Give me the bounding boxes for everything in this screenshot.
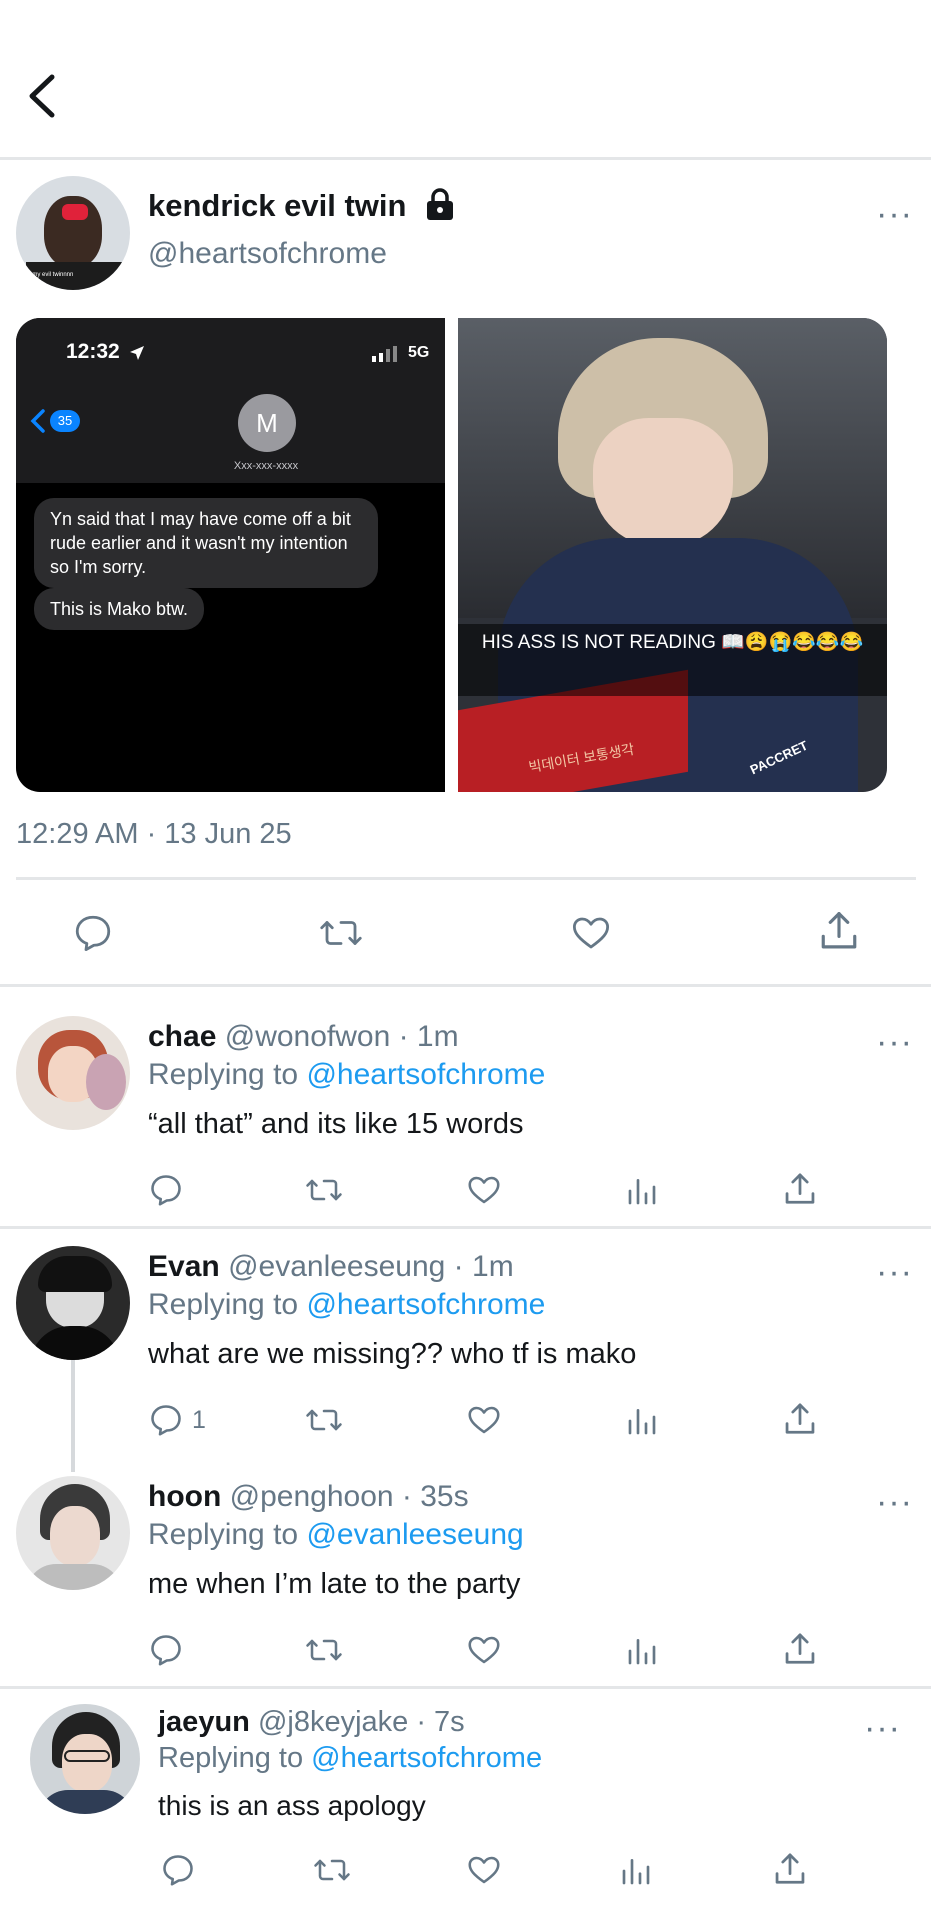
lock-icon (427, 188, 453, 220)
header-divider (0, 157, 931, 160)
network-label: 5G (408, 344, 430, 361)
more-options-icon[interactable]: ··· (876, 197, 913, 231)
reply-header: Evan @evanleeseung · 1m (148, 1250, 514, 1284)
replying-to: Replying to @heartsofchrome (158, 1742, 542, 1775)
retweet-icon[interactable] (304, 1172, 344, 1208)
reply-handle[interactable]: @j8keyjake · 7s (258, 1706, 465, 1738)
main-tweet-divider (0, 984, 931, 987)
replying-to-label: Replying to (158, 1742, 304, 1774)
reply-icon[interactable] (148, 1632, 184, 1668)
reply-icon[interactable] (160, 1852, 196, 1888)
reply-avatar[interactable] (16, 1476, 130, 1590)
analytics-icon[interactable] (626, 1404, 658, 1438)
reply-display-name[interactable]: chae (148, 1020, 216, 1053)
retweet-icon[interactable] (304, 1632, 344, 1668)
like-icon[interactable] (570, 912, 612, 954)
reply-display-name[interactable]: hoon (148, 1480, 221, 1513)
analytics-icon[interactable] (620, 1854, 652, 1888)
share-icon[interactable] (782, 1402, 818, 1438)
more-options-icon[interactable]: ··· (876, 1025, 913, 1059)
share-icon[interactable] (818, 910, 860, 954)
location-arrow-icon (130, 346, 144, 360)
reply-text: what are we missing?? who tf is mako (148, 1338, 637, 1370)
share-icon[interactable] (782, 1172, 818, 1208)
tweet-timestamp[interactable]: 12:29 AM · 13 Jun 25 (16, 818, 292, 851)
more-options-icon[interactable]: ··· (876, 1255, 913, 1289)
reply-display-name[interactable]: jaeyun (158, 1706, 250, 1738)
like-icon[interactable] (466, 1172, 502, 1208)
analytics-icon[interactable] (626, 1174, 658, 1208)
more-options-icon[interactable]: ··· (876, 1485, 913, 1519)
replying-to-handle[interactable]: @heartsofchrome (306, 1058, 545, 1091)
reply-avatar[interactable] (16, 1016, 130, 1130)
author-avatar[interactable]: why my evil twinnnn (16, 176, 130, 290)
back-arrow-icon[interactable] (26, 73, 58, 119)
signal-icon (372, 346, 397, 362)
contact-avatar: M (238, 394, 296, 452)
reply-divider (0, 1686, 931, 1689)
reply-icon[interactable] (148, 1402, 184, 1438)
replying-to: Replying to @evanleeseung (148, 1518, 524, 1552)
reply-count: 1 (192, 1406, 206, 1434)
reply-header: jaeyun @j8keyjake · 7s (158, 1706, 465, 1739)
status-time: 12:32 (66, 340, 120, 363)
reply-handle[interactable]: @wonofwon · 1m (225, 1020, 459, 1053)
author-display-name[interactable]: kendrick evil twin (148, 188, 406, 224)
reply-avatar[interactable] (16, 1246, 130, 1360)
more-options-icon[interactable]: ··· (864, 1711, 901, 1745)
like-icon[interactable] (466, 1632, 502, 1668)
messages-back-icon (30, 409, 45, 433)
media-image-photo[interactable]: 빅데이터 보통생각 PACCRET HIS ASS IS NOT READING… (458, 318, 887, 792)
reply-header: hoon @penghoon · 35s (148, 1480, 469, 1514)
reply-text: me when I’m late to the party (148, 1568, 521, 1600)
author-handle[interactable]: @heartsofchrome (148, 237, 387, 271)
reply-text: this is an ass apology (158, 1790, 426, 1821)
contact-number: Xxx-xxx-xxxx (233, 460, 299, 472)
unread-badge: 35 (50, 410, 80, 432)
photo-caption: HIS ASS IS NOT READING 📖😩😭😂😂😂 (481, 632, 864, 653)
reply-display-name[interactable]: Evan (148, 1250, 220, 1283)
replying-to: Replying to @heartsofchrome (148, 1288, 545, 1322)
thread-line (71, 1360, 75, 1472)
retweet-icon[interactable] (304, 1402, 344, 1438)
timestamp-divider (16, 877, 916, 880)
replying-to-label: Replying to (148, 1288, 299, 1321)
like-icon[interactable] (466, 1852, 502, 1888)
retweet-icon[interactable] (312, 1852, 352, 1888)
reply-avatar[interactable] (30, 1704, 140, 1814)
reply-divider (0, 1226, 931, 1229)
analytics-icon[interactable] (626, 1634, 658, 1668)
like-icon[interactable] (466, 1402, 502, 1438)
replying-to-handle[interactable]: @heartsofchrome (306, 1288, 545, 1321)
reply-header: chae @wonofwon · 1m (148, 1020, 459, 1054)
replying-to-handle[interactable]: @heartsofchrome (311, 1742, 542, 1774)
retweet-icon[interactable] (318, 912, 364, 954)
message-bubble-1: Yn said that I may have come off a bit r… (34, 498, 378, 588)
replying-to-label: Replying to (148, 1518, 299, 1551)
share-icon[interactable] (782, 1632, 818, 1668)
message-bubble-2: This is Mako btw. (34, 588, 205, 630)
reply-icon[interactable] (72, 912, 114, 954)
reply-handle[interactable]: @penghoon · 35s (230, 1480, 469, 1513)
reply-icon[interactable] (148, 1172, 184, 1208)
reply-handle[interactable]: @evanleeseung · 1m (228, 1250, 514, 1283)
reply-text: “all that” and its like 15 words (148, 1108, 524, 1140)
replying-to-handle[interactable]: @evanleeseung (306, 1518, 523, 1551)
share-icon[interactable] (772, 1852, 808, 1888)
replying-to: Replying to @heartsofchrome (148, 1058, 545, 1092)
avatar-caption: why my evil twinnnn (20, 272, 74, 278)
media-image-messages[interactable]: 12:32 5G 35 M Xxx-xxx-xxxx Yn said that … (16, 318, 445, 792)
replying-to-label: Replying to (148, 1058, 299, 1091)
